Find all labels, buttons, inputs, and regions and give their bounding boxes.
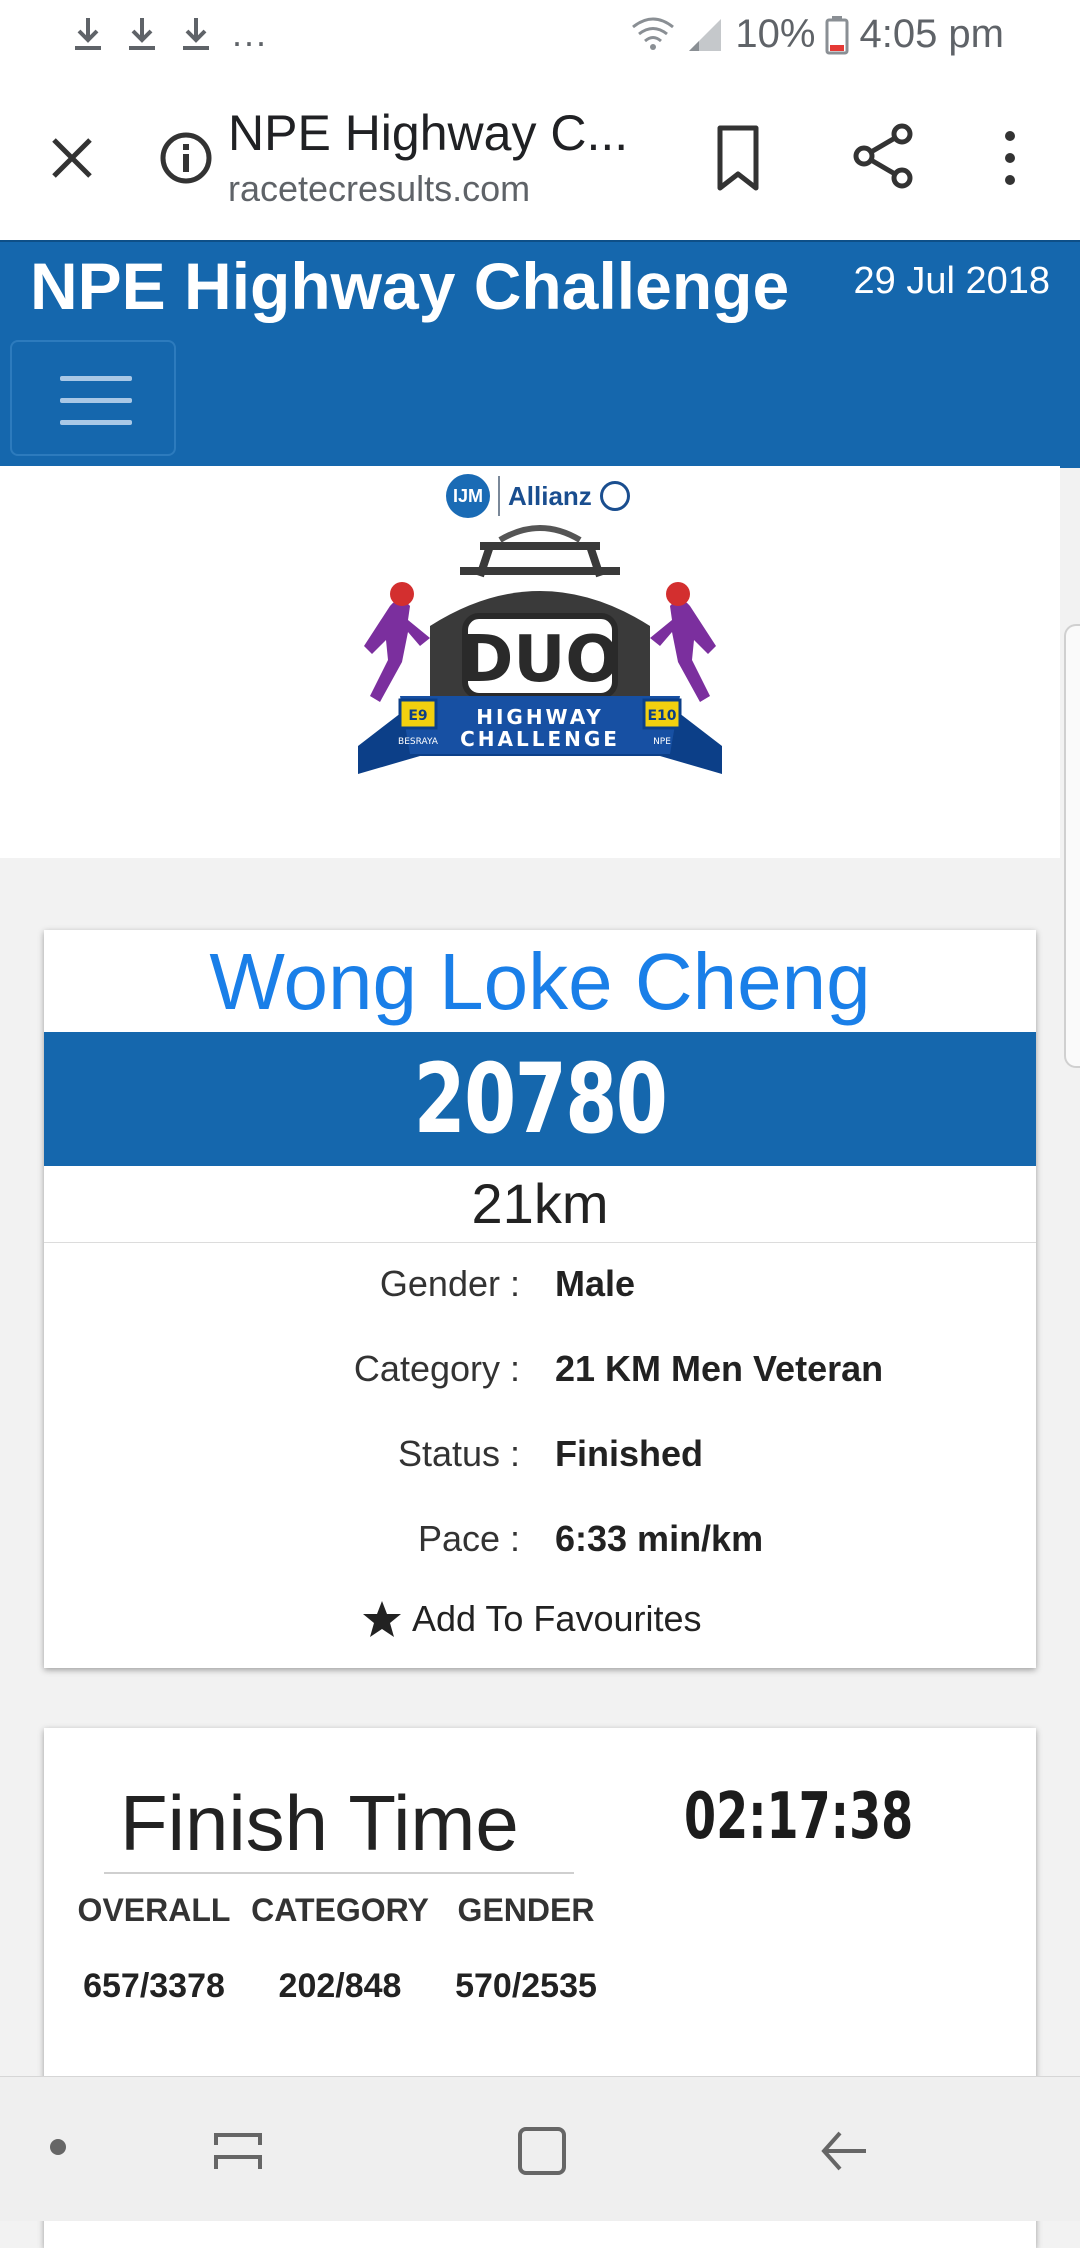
category-rank-header: CATEGORY [251,1892,429,1928]
gender-rank-value: 570/2535 [455,1967,597,2005]
allianz-logo: Allianz [508,480,592,511]
url-text[interactable]: racetecresults.com [228,168,530,210]
gender-row: Gender : Male [44,1243,1036,1328]
battery-icon [825,15,849,54]
share-icon[interactable] [848,120,920,192]
pace-row: Pace : 6:33 min/km [44,1498,1036,1583]
download-icon [129,18,155,50]
star-icon [363,1601,401,1637]
status-bar: ... 10% 4:05 pm [0,0,1080,78]
left-road-sub: BESRAYA [398,737,439,747]
info-icon[interactable] [158,130,214,186]
system-status: 10% 4:05 pm [631,12,1004,57]
category-value: 21 KM Men Veteran [555,1348,884,1389]
wifi-icon [632,17,675,50]
hamburger-line [60,376,132,381]
signal-icon [689,18,722,51]
system-nav-bar [0,2076,1080,2221]
battery-percent: 10% [735,12,816,56]
download-icon [183,18,209,50]
status-label: Status : [397,1433,520,1474]
more-vert-icon[interactable] [990,128,1030,188]
bookmark-icon[interactable] [706,122,770,194]
pace-label: Pace : [417,1518,520,1559]
pace-value: 6:33 min/km [555,1518,764,1559]
back-icon[interactable] [816,2123,872,2179]
add-to-favourites-button[interactable]: Add To Favourites [362,1598,702,1640]
sponsor-logos: IJM Allianz [446,474,630,518]
race-distance: 21km [44,1166,1036,1243]
finish-time-value: 02:17:38 [684,1780,914,1854]
overall-rank: OVERALL 657/3378 [64,1892,244,2006]
nav-dot-indicator[interactable] [50,2139,66,2155]
hamburger-line [60,398,132,403]
event-date: 29 Jul 2018 [853,260,1051,302]
gender-value: Male [555,1263,636,1304]
status-value: Finished [555,1433,704,1474]
allianz-mark-icon [599,481,630,511]
bib-band: 20780 [44,1032,1036,1166]
hamburger-line [60,420,132,425]
gender-rank-header: GENDER [457,1892,595,1928]
runner-card: Wong Loke Cheng 20780 21km Gender : Male… [44,930,1036,1668]
banner-line2: CHALLENGE [460,727,620,751]
home-icon[interactable] [512,2121,572,2181]
finish-time-label: Finish Time [120,1779,519,1867]
page-title[interactable]: NPE Highway C... [228,104,628,162]
overall-rank-value: 657/3378 [83,1967,225,2005]
duo-text: DUO [460,623,620,697]
close-icon[interactable] [40,126,104,190]
category-rank-value: 202/848 [278,1967,402,2005]
scroll-handle[interactable] [1064,624,1080,1068]
bib-number: 20780 [413,1043,668,1155]
overall-rank-header: OVERALL [77,1892,231,1928]
event-title[interactable]: NPE Highway Challenge [30,248,789,324]
add-to-favourites-label: Add To Favourites [412,1598,702,1639]
notification-icons: ... [70,14,268,54]
more-notifications: ... [232,13,269,54]
left-road-label: E9 [408,708,427,724]
sponsor-divider [498,476,500,516]
status-row: Status : Finished [44,1413,1036,1498]
gender-rank: GENDER 570/2535 [436,1892,616,2006]
right-road-sub: NPE [653,737,671,747]
download-icon [75,18,101,50]
category-rank: CATEGORY 202/848 [250,1892,430,2006]
banner-line1: HIGHWAY [476,705,604,729]
recent-apps-icon[interactable] [210,2123,266,2179]
hamburger-menu-button[interactable] [10,340,176,456]
duo-highway-challenge-logo: DUO E9 E10 BESRAYA NPE HIGHWAY CHALLENGE [358,525,722,774]
browser-toolbar: NPE Highway C... racetecresults.com [0,78,1080,240]
runner-name: Wong Loke Cheng [209,937,871,1026]
finish-divider [104,1872,574,1874]
event-logo-area: IJM Allianz DUO E9 E10 BESRAYA NPE HIGHW… [0,466,1060,858]
gender-label: Gender : [379,1263,520,1304]
right-road-label: E10 [647,708,676,724]
category-row: Category : 21 KM Men Veteran [44,1328,1036,1413]
category-label: Category : [353,1348,520,1389]
clock: 4:05 pm [859,12,1004,56]
ijm-logo: IJM [446,474,490,518]
site-header: NPE Highway Challenge 29 Jul 2018 [0,240,1080,468]
